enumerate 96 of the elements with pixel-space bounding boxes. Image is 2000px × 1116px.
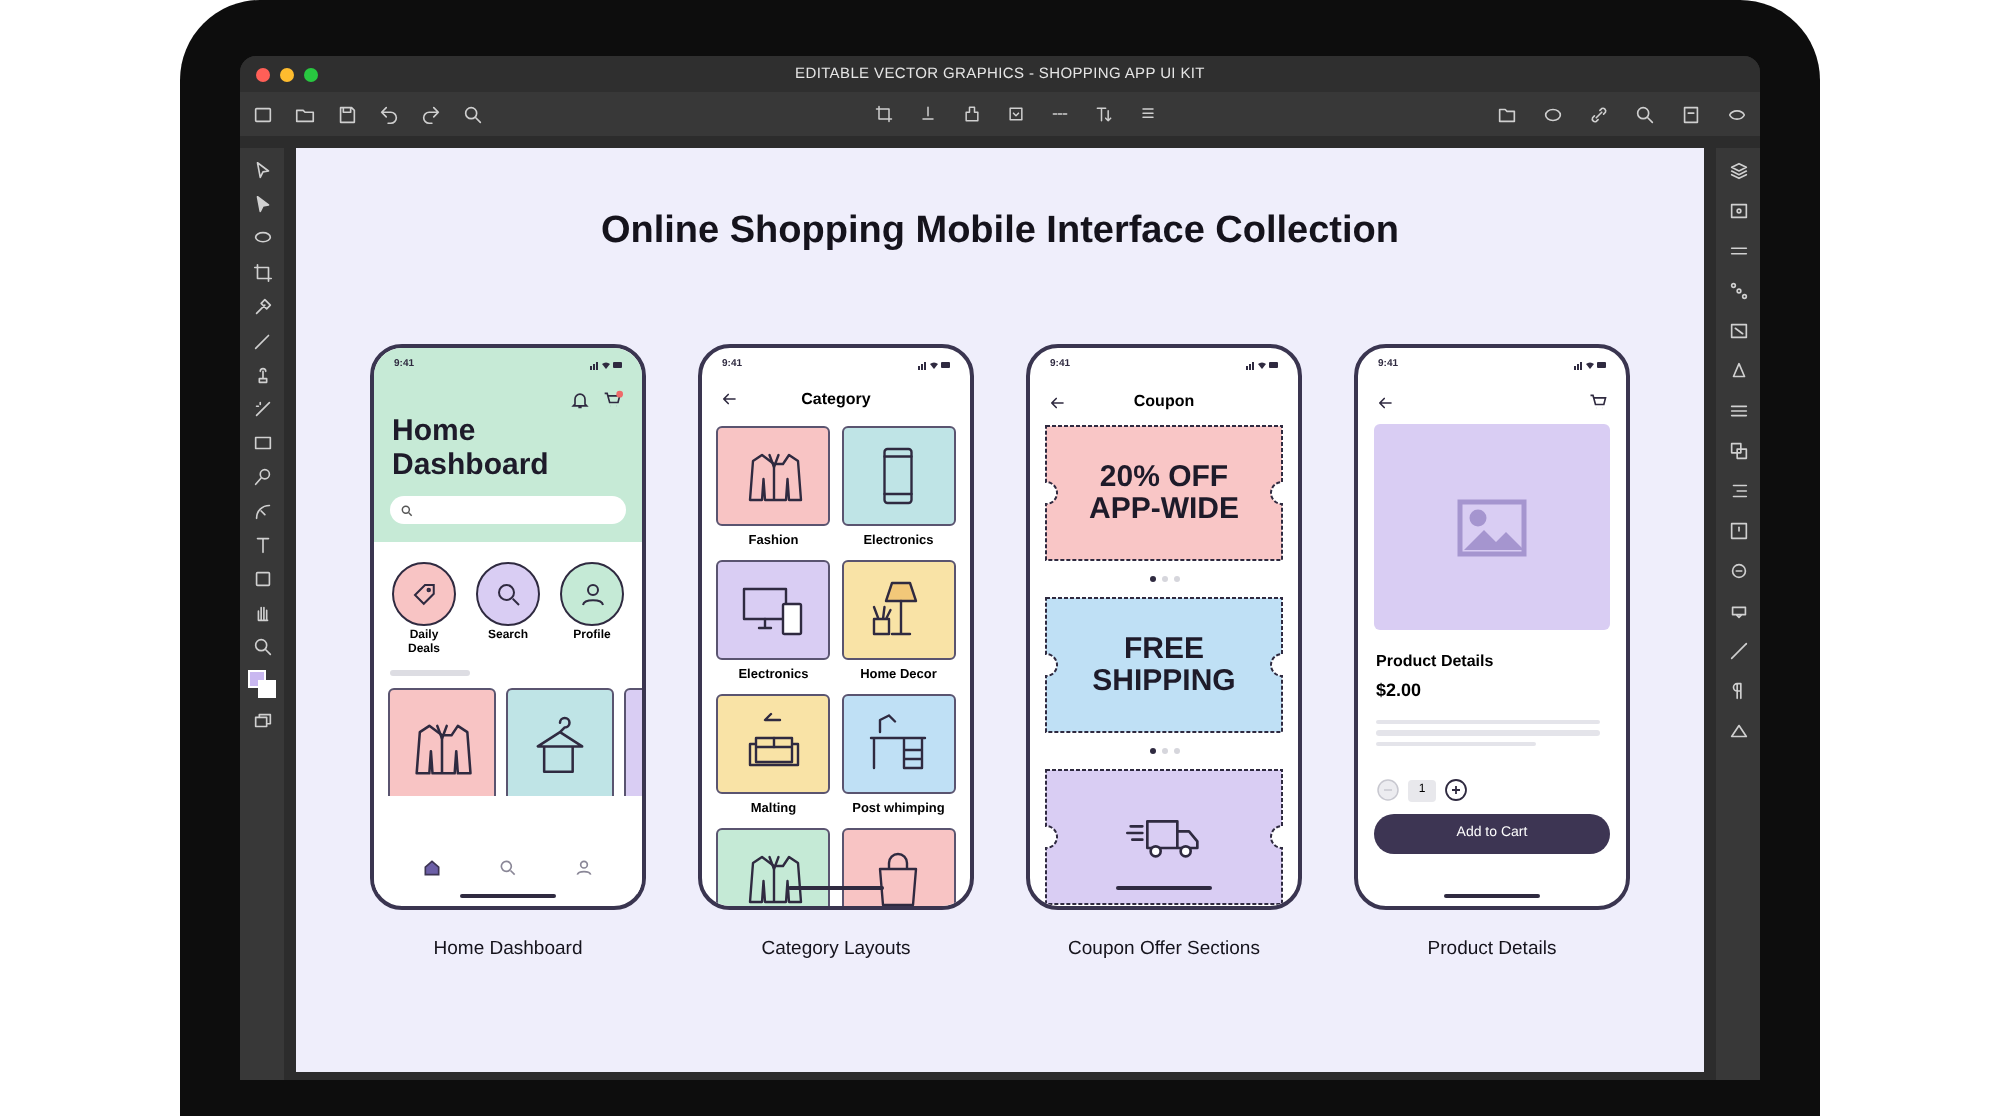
tool-icon	[251, 432, 273, 454]
status-icons	[590, 360, 622, 370]
tool-icon	[1006, 104, 1026, 124]
panel-icon	[1727, 520, 1749, 542]
tool-icon	[378, 103, 400, 125]
coupon-card[interactable]: 20% OFF APP-WIDE	[1044, 424, 1284, 562]
category-button[interactable]	[392, 562, 456, 626]
status-icons	[1246, 360, 1278, 370]
tool-icon	[874, 104, 894, 124]
tag-icon	[409, 579, 439, 609]
panel-icon	[1727, 720, 1749, 742]
home-icon[interactable]	[422, 858, 442, 878]
plus-button[interactable]	[1444, 778, 1468, 802]
user-icon	[577, 579, 607, 609]
tool-icon	[1496, 103, 1518, 125]
section-heading-placeholder	[390, 670, 470, 676]
tool-icon	[251, 296, 273, 318]
screen-title: Home Dashboard	[390, 414, 551, 482]
color-swatch-icon[interactable]	[248, 670, 276, 698]
home-indicator	[1444, 894, 1540, 898]
coupon-text: FREE SHIPPING	[1090, 633, 1238, 697]
tool-icon	[462, 103, 484, 125]
search-icon[interactable]	[498, 858, 518, 878]
tool-icon	[251, 710, 273, 732]
bell-icon[interactable]	[570, 390, 590, 410]
panel-icon	[1727, 320, 1749, 342]
panel-icon	[1727, 560, 1749, 582]
category-card[interactable]	[716, 828, 831, 906]
panel-icon	[1727, 440, 1749, 462]
tool-icon	[1138, 104, 1158, 124]
home-indicator	[460, 894, 556, 898]
image-icon	[1456, 497, 1528, 557]
mockup-caption: Coupon Offer Sections	[1068, 936, 1260, 964]
category-card[interactable]	[716, 694, 831, 794]
panel-icon	[1727, 360, 1749, 382]
tool-icon	[1094, 104, 1114, 124]
zoom-button[interactable]	[304, 67, 318, 81]
tool-icon	[251, 500, 273, 522]
category-button[interactable]	[560, 562, 624, 626]
product-title: Product Details	[1374, 650, 1496, 674]
tool-icon	[251, 534, 273, 556]
home-indicator	[788, 886, 884, 890]
product-tile[interactable]	[506, 688, 614, 796]
tool-icon	[251, 568, 273, 590]
tool-icon	[918, 104, 938, 124]
category-card[interactable]	[841, 694, 956, 794]
category-button[interactable]	[476, 562, 540, 626]
panel-icon	[1727, 640, 1749, 662]
tool-icon	[251, 330, 273, 352]
tool-icon	[251, 466, 273, 488]
panel-icon	[1727, 280, 1749, 302]
category-card[interactable]	[841, 828, 956, 906]
tool-icon	[420, 103, 442, 125]
product-price: $2.00	[1374, 678, 1424, 704]
category-card[interactable]	[716, 560, 831, 660]
tool-icon	[1588, 103, 1610, 125]
tool-icon	[962, 104, 982, 124]
search-icon	[493, 579, 523, 609]
tool-icon	[251, 398, 273, 420]
tool-icon	[252, 103, 274, 125]
close-button[interactable]	[256, 67, 270, 81]
status-icons	[1574, 360, 1606, 370]
mockup-caption: Product Details	[1427, 936, 1557, 964]
tool-icon	[251, 636, 273, 658]
tool-icon	[1680, 103, 1702, 125]
tool-icon	[251, 262, 273, 284]
status-icons	[918, 360, 950, 370]
tool-icon	[1634, 103, 1656, 125]
panel-icon	[1727, 160, 1749, 182]
back-arrow-icon[interactable]	[720, 390, 738, 408]
category-card[interactable]	[841, 426, 956, 526]
tool-icon	[1542, 103, 1564, 125]
tool-icon	[251, 160, 273, 182]
mockup-caption: Category Layouts	[761, 936, 911, 964]
coupon-text: 20% OFF APP-WIDE	[1087, 461, 1241, 525]
screen-title: Category	[801, 387, 871, 411]
panel-icon	[1727, 200, 1749, 222]
user-icon[interactable]	[574, 858, 594, 878]
category-card[interactable]	[716, 426, 831, 526]
screen-title: Coupon	[1133, 390, 1195, 414]
back-arrow-icon[interactable]	[1376, 393, 1394, 411]
tool-icon	[336, 103, 358, 125]
search-icon	[400, 503, 414, 517]
coupon-card[interactable]: FREE SHIPPING	[1044, 596, 1284, 734]
back-arrow-icon[interactable]	[1048, 393, 1066, 411]
product-tile[interactable]	[388, 688, 496, 796]
search-field[interactable]	[390, 496, 626, 524]
home-indicator	[1116, 886, 1212, 890]
category-card[interactable]	[841, 560, 956, 660]
page-heading: Online Shopping Mobile Interface Collection	[600, 208, 1400, 256]
panel-icon	[1727, 400, 1749, 422]
mockup-caption: Home Dashboard	[433, 936, 583, 964]
minimize-button[interactable]	[280, 67, 294, 81]
tool-icon	[251, 194, 273, 216]
panel-icon	[1727, 480, 1749, 502]
coupon-card[interactable]	[1044, 768, 1284, 906]
